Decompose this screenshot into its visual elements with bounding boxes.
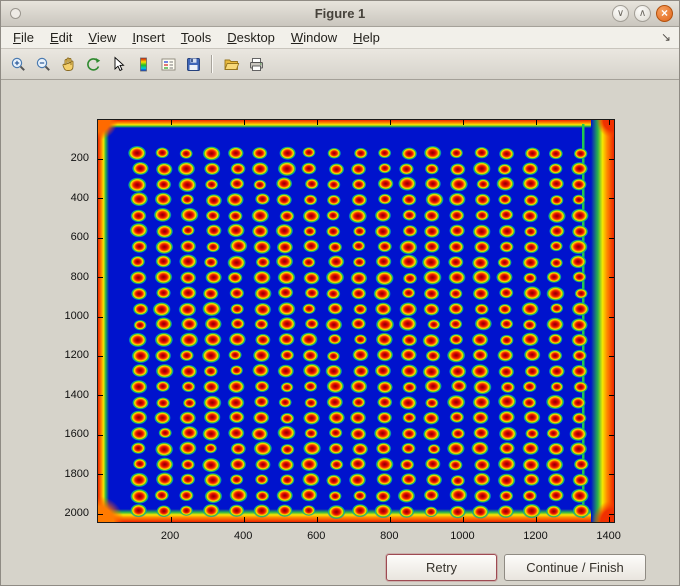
- x-tick-label: 600: [307, 530, 326, 542]
- figure-window: Figure 1 ∨ ∧ × File Edit View Insert Tools De…: [0, 0, 680, 586]
- toolbar-zoom-out-button[interactable]: [31, 52, 55, 76]
- y-tick-label: 800: [70, 270, 89, 283]
- y-tick-label: 200: [70, 152, 89, 165]
- x-tick-label: 400: [233, 530, 253, 542]
- window-title: Figure 1: [314, 6, 366, 21]
- toolbar-separator: [211, 55, 213, 73]
- continue-finish-button[interactable]: Continue / Finish: [504, 554, 646, 581]
- menu-item-window[interactable]: Window: [283, 28, 345, 47]
- menu-item-file[interactable]: File: [5, 28, 42, 47]
- data-cursor-icon: [114, 55, 125, 71]
- x-tick-label: 1200: [523, 530, 548, 542]
- x-tick-label: 1400: [596, 530, 621, 542]
- retry-button[interactable]: Retry: [386, 554, 497, 581]
- menu-item-label-rest: elp: [362, 30, 380, 45]
- print-icon: [249, 57, 263, 71]
- menu-item-accel: V: [88, 30, 97, 45]
- menu-item-accel: E: [49, 30, 59, 45]
- window-titlebar: Figure 1 ∨ ∧ ×: [1, 1, 679, 27]
- toolbar-rotate-3d-button[interactable]: [81, 52, 105, 76]
- menu-item-accel: F: [13, 30, 21, 45]
- plot-area: [97, 119, 615, 523]
- x-tick-label: 200: [160, 530, 180, 542]
- menu-item-accel: D: [227, 30, 237, 45]
- y-tick-label: 1400: [64, 388, 89, 401]
- menu-item-tools[interactable]: Tools: [173, 28, 219, 47]
- menu-item-label-rest: iew: [96, 30, 117, 45]
- menu-item-label-rest: dit: [58, 30, 73, 45]
- save-icon: [186, 57, 200, 71]
- menu-item-label-rest: ools: [187, 30, 212, 45]
- toolbar-data-cursor-button[interactable]: [106, 52, 130, 76]
- legend-icon: [161, 58, 175, 70]
- pan-icon: [62, 57, 73, 71]
- toolbar: [1, 49, 679, 80]
- toolbar-colorbar-button[interactable]: [131, 52, 155, 76]
- menu-item-view[interactable]: View: [80, 28, 124, 47]
- plot-image[interactable]: [98, 120, 614, 522]
- menu-item-label-rest: nsert: [135, 30, 165, 45]
- y-tick-label: 1200: [64, 349, 89, 362]
- toolbar-print-button[interactable]: [244, 52, 268, 76]
- figure-area: Retry Continue / Finish 200 400 600 800 1000…: [1, 80, 679, 585]
- rotate-3d-icon: [86, 57, 100, 71]
- menu-item-label-rest: esktop: [236, 30, 275, 45]
- close-button[interactable]: ×: [656, 5, 673, 22]
- zoom-in-icon: [11, 57, 25, 71]
- x-tick-label: 1000: [450, 530, 475, 542]
- menu-item-help[interactable]: Help: [345, 28, 388, 47]
- open-icon: [224, 59, 239, 70]
- menu-item-insert[interactable]: Insert: [124, 28, 173, 47]
- menu-bar: File Edit View Insert Tools Desktop Window Help…: [1, 27, 679, 49]
- menu-item-label-rest: ile: [20, 30, 34, 45]
- menu-item-label-rest: indow: [303, 30, 338, 45]
- colorbar-icon: [139, 57, 147, 71]
- zoom-out-icon: [36, 57, 50, 71]
- toolbar-legend-button[interactable]: [156, 52, 180, 76]
- x-tick-label: 800: [380, 530, 399, 542]
- y-tick-label: 600: [70, 231, 89, 244]
- menu-item-accel: H: [353, 30, 363, 45]
- y-tick-label: 1800: [64, 467, 89, 480]
- minimize-button[interactable]: ∨: [612, 5, 629, 22]
- y-tick-label: 1600: [64, 428, 89, 441]
- menu-item-desktop[interactable]: Desktop: [219, 28, 283, 47]
- maximize-button[interactable]: ∧: [634, 5, 651, 22]
- menu-item-edit[interactable]: Edit: [42, 28, 80, 47]
- toolbar-open-button[interactable]: [219, 52, 243, 76]
- y-tick-label: 2000: [64, 507, 89, 520]
- toolbar-save-button[interactable]: [181, 52, 205, 76]
- toolbar-pan-button[interactable]: [56, 52, 80, 76]
- window-controls: ∨ ∧ ×: [612, 5, 673, 22]
- menu-item-accel: W: [290, 30, 304, 45]
- y-tick-label: 1000: [64, 310, 89, 323]
- dock-figure-button[interactable]: ↘: [661, 30, 671, 44]
- toolbar-zoom-in-button[interactable]: [6, 52, 30, 76]
- y-tick-label: 400: [70, 191, 89, 204]
